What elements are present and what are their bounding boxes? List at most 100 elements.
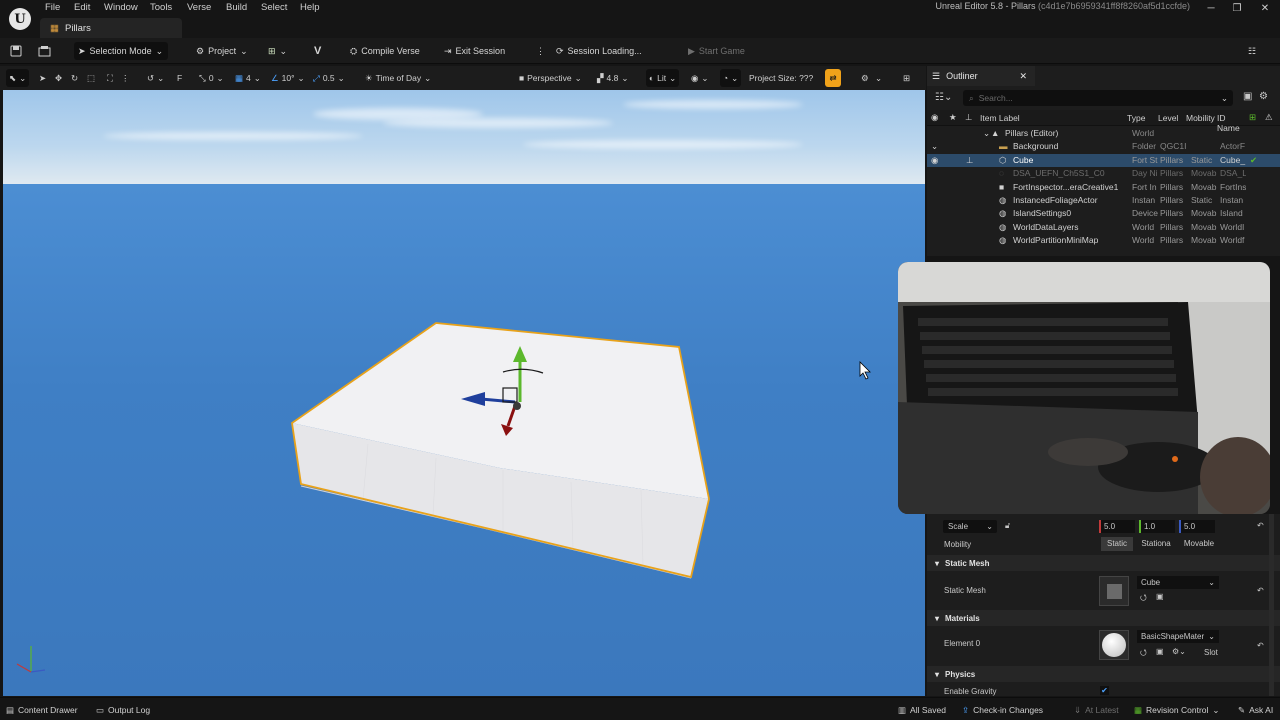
- outliner-row-fortinspector[interactable]: ■ FortInspector...eraCreative1 Fort In P…: [927, 181, 1280, 194]
- mobility-stationary[interactable]: Stationa: [1137, 537, 1175, 551]
- menu-edit[interactable]: Edit: [74, 2, 90, 13]
- menu-tools[interactable]: Tools: [150, 2, 172, 13]
- outliner-row-folder[interactable]: ⌄ ▬ Background Folder QGC1I ActorF: [927, 140, 1280, 153]
- scale-y-field[interactable]: 1.0: [1139, 520, 1175, 533]
- menu-verse[interactable]: Verse: [187, 2, 211, 13]
- grid-snap[interactable]: ▦ 4 ⌄: [232, 69, 264, 87]
- mobility-static[interactable]: Static: [1101, 537, 1133, 551]
- selected-cube-mesh[interactable]: [291, 322, 710, 579]
- content-drawer-button[interactable]: ▤ Content Drawer: [6, 703, 78, 717]
- reset-arrow-icon[interactable]: ↶: [1257, 641, 1264, 650]
- outliner-settings-icon[interactable]: ⚙: [1259, 91, 1268, 102]
- verse-icon[interactable]: V: [310, 42, 325, 60]
- more-options-icon[interactable]: ⋮: [532, 42, 549, 60]
- performance-dropdown[interactable]: ◔ ⌄: [720, 69, 742, 87]
- outliner-row-minimap[interactable]: ◍ WorldPartitionMiniMap World Pillars Mo…: [927, 234, 1280, 247]
- view-mode-dropdown[interactable]: ◐ Lit ⌄: [646, 69, 680, 87]
- collaboration-icon[interactable]: ☷: [1244, 42, 1260, 60]
- start-game-button[interactable]: ▶ Start Game: [684, 42, 749, 60]
- outliner-row-cube[interactable]: ◉ ⊥ ⬡ Cube Fort St Pillars Static Cube_ …: [927, 153, 1280, 168]
- scale-mode-dropdown[interactable]: Scale ⌄: [943, 520, 997, 533]
- browse-level-icon[interactable]: [34, 42, 55, 60]
- static-mesh-section[interactable]: ▾ Static Mesh: [927, 555, 1280, 571]
- enable-gravity-checkbox[interactable]: ✔: [1100, 686, 1109, 695]
- viewport-settings-icon[interactable]: ⚙: [858, 69, 872, 87]
- camera-speed-dropdown[interactable]: ▞ 4.8 ⌄: [594, 69, 632, 87]
- revision-control-button[interactable]: ▦ Revision Control ⌄: [1134, 703, 1220, 717]
- world-local-icon[interactable]: ⛶: [104, 69, 116, 87]
- scale-tool-icon[interactable]: ⬚: [84, 69, 98, 87]
- outliner-row-dsa[interactable]: ◌ DSA_UEFN_Ch5S1_C0 Day Ni Pillars Movab…: [927, 167, 1280, 180]
- material-thumbnail[interactable]: [1099, 630, 1129, 660]
- menu-select[interactable]: Select: [261, 2, 287, 13]
- output-log-button[interactable]: ▭ Output Log: [96, 703, 150, 717]
- unreal-logo-icon[interactable]: U: [9, 8, 31, 30]
- col-type[interactable]: Type: [1127, 113, 1145, 123]
- details-scrollbar[interactable]: [1269, 514, 1274, 696]
- material-picker[interactable]: BasicShapeMater ⌄: [1137, 630, 1219, 643]
- col-level[interactable]: Level: [1158, 113, 1178, 123]
- outliner-row-worlddatalayers[interactable]: ◍ WorldDataLayers World Pillars Movab Wo…: [927, 221, 1280, 234]
- menu-help[interactable]: Help: [300, 2, 320, 13]
- location-snap[interactable]: ⤡ 0 ⌄: [196, 69, 227, 87]
- perspective-dropdown[interactable]: ■ Perspective ⌄: [516, 69, 585, 87]
- col-item-label[interactable]: Item Label: [980, 113, 1020, 123]
- translate-tool-icon[interactable]: ✥: [52, 69, 65, 87]
- level-viewport[interactable]: [3, 90, 925, 696]
- level-tab[interactable]: ▦ Pillars: [40, 18, 182, 38]
- compile-verse-button[interactable]: ⛭ Compile Verse: [346, 42, 424, 60]
- filter-icon[interactable]: ☷⌄: [935, 92, 952, 103]
- browse-icon[interactable]: ▣: [1156, 647, 1164, 656]
- scale-x-field[interactable]: 5.0: [1099, 520, 1135, 533]
- outliner-tab[interactable]: ☰ Outliner ✕: [927, 66, 1035, 86]
- scale-z-field[interactable]: 5.0: [1179, 520, 1215, 533]
- rotation-snap[interactable]: ∠ 10° ⌄: [268, 69, 308, 87]
- menu-file[interactable]: File: [45, 2, 60, 13]
- all-saved-button[interactable]: ▥ All Saved: [898, 703, 946, 717]
- mobility-movable[interactable]: Movable: [1179, 537, 1219, 551]
- materials-section[interactable]: ▾ Materials: [927, 610, 1280, 626]
- reset-arrow-icon[interactable]: ↶: [1257, 586, 1264, 595]
- check-in-button[interactable]: ⇪ Check-in Changes: [962, 703, 1043, 717]
- surface-snap-dropdown[interactable]: ↺ ⌄: [144, 69, 167, 87]
- col-mobility[interactable]: Mobility: [1186, 113, 1216, 123]
- scale-snap[interactable]: ⤢ 0.5 ⌄: [310, 69, 348, 87]
- rotate-tool-icon[interactable]: ↻: [68, 69, 81, 87]
- use-selected-icon[interactable]: ⭯: [1140, 647, 1147, 661]
- lock-icon[interactable]: 🔓︎: [1005, 521, 1010, 531]
- more-tools-icon[interactable]: ⋮: [118, 69, 133, 87]
- outliner-row-islandsettings[interactable]: ◍ IslandSettings0 Device Pillars Movab I…: [927, 207, 1280, 220]
- add-content-button[interactable]: ⊞ ⌄: [264, 42, 291, 60]
- show-flags-dropdown[interactable]: ◉ ⌄: [688, 69, 712, 87]
- static-mesh-thumbnail[interactable]: [1099, 576, 1129, 606]
- maximize-icon[interactable]: ❐: [1222, 0, 1252, 16]
- pin-icon[interactable]: ⊥: [966, 155, 973, 166]
- selection-mode-dropdown[interactable]: ➤ Selection Mode ⌄: [74, 42, 168, 60]
- physics-section[interactable]: ▾ Physics: [927, 666, 1280, 682]
- visibility-icon[interactable]: ◉: [931, 155, 938, 166]
- transform-mode-dropdown[interactable]: ⬉ ⌄: [6, 69, 30, 87]
- outliner-row-world[interactable]: ⌄ ▲ Pillars (Editor) World: [927, 127, 1280, 140]
- project-dropdown[interactable]: ⚙ Project ⌄: [192, 42, 252, 60]
- viewport-layout-icon[interactable]: ⊞: [900, 69, 913, 87]
- outliner-row-foliage[interactable]: ◍ InstancedFoliageActor Instan Pillars S…: [927, 194, 1280, 207]
- expand-arrow-icon[interactable]: ⌄: [983, 128, 990, 139]
- menu-build[interactable]: Build: [226, 2, 247, 13]
- exit-session-button[interactable]: ⇥ Exit Session: [440, 42, 509, 60]
- close-tab-icon[interactable]: ✕: [1019, 71, 1027, 82]
- reset-arrow-icon[interactable]: ↶: [1257, 521, 1264, 530]
- select-tool-icon[interactable]: ➤: [36, 69, 49, 87]
- static-mesh-picker[interactable]: Cube ⌄: [1137, 576, 1219, 589]
- close-window-icon[interactable]: ✕: [1250, 0, 1280, 16]
- realtime-warning-icon[interactable]: ⇄: [825, 69, 841, 87]
- add-folder-icon[interactable]: ▣: [1243, 91, 1252, 102]
- browse-icon[interactable]: ▣: [1156, 592, 1164, 601]
- chevron-down-icon[interactable]: ⌄: [872, 69, 885, 87]
- outliner-search-input[interactable]: ⌕ Search... ⌄: [963, 90, 1233, 106]
- ask-ai-button[interactable]: ✎ Ask AI: [1238, 703, 1273, 717]
- time-of-day-dropdown[interactable]: ☀ Time of Day ⌄: [362, 69, 434, 87]
- snap-toggle-icon[interactable]: F: [174, 69, 185, 87]
- material-options-icon[interactable]: ⚙⌄: [1172, 647, 1186, 656]
- save-icon[interactable]: [6, 42, 26, 60]
- use-selected-icon[interactable]: ⭯: [1140, 592, 1147, 606]
